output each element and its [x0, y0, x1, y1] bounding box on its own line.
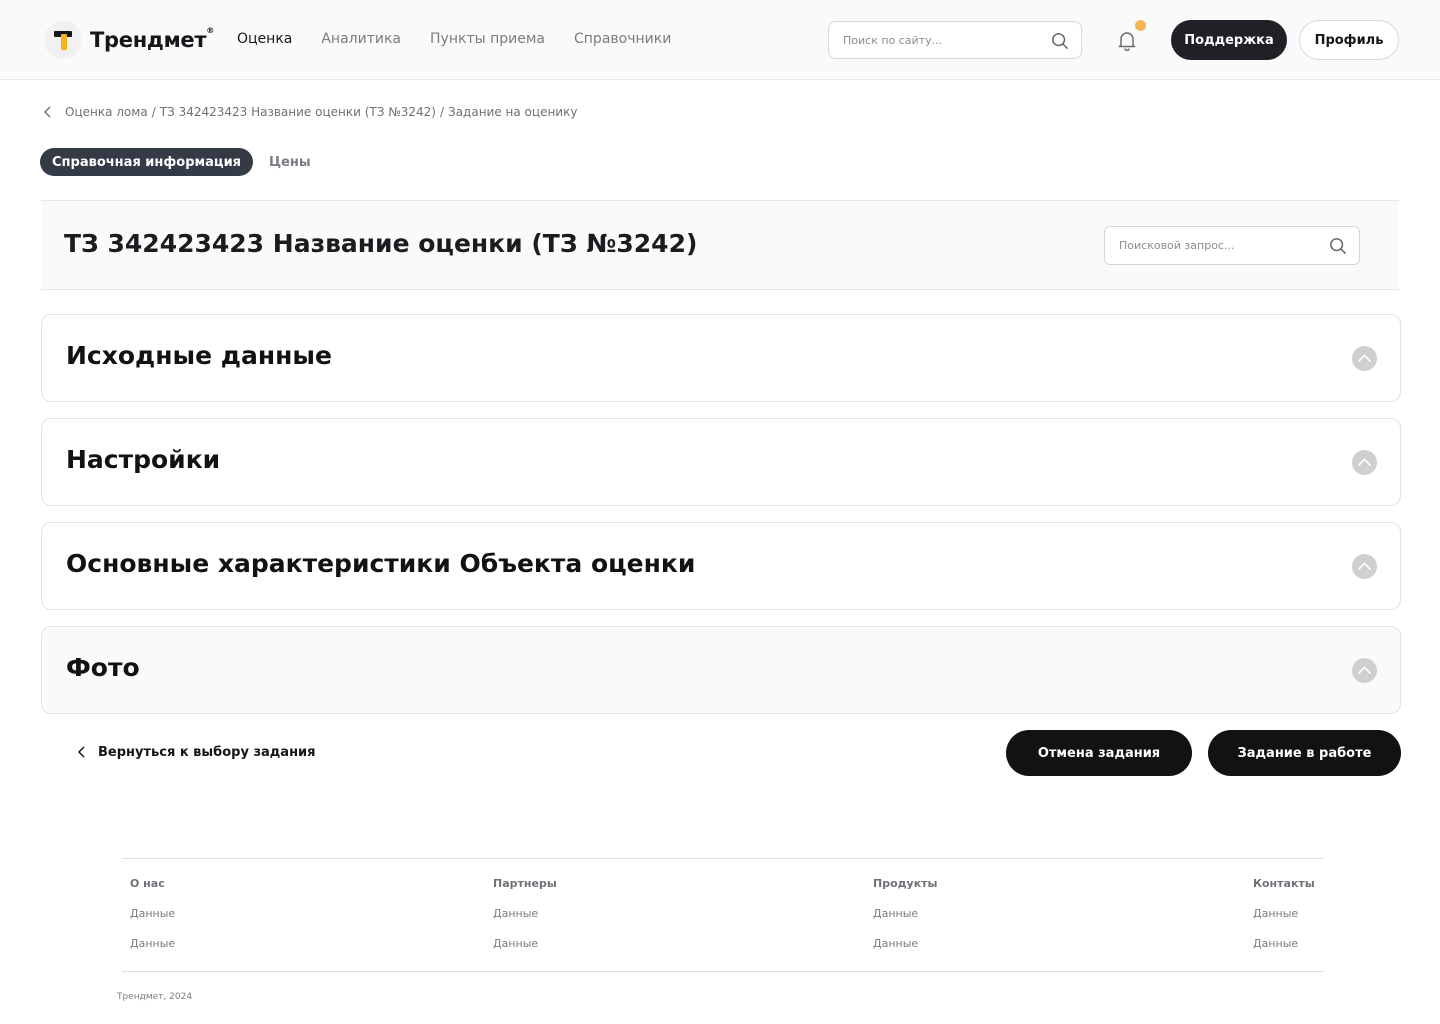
section-title: Фото [66, 653, 140, 682]
footer-link[interactable]: Данные [873, 907, 937, 937]
footer-divider [122, 858, 1323, 859]
tabs: Справочная информация Цены [40, 148, 311, 176]
profile-button[interactable]: Профиль [1299, 20, 1399, 60]
nav-item-references[interactable]: Справочники [574, 31, 671, 47]
top-header: Трендмет® Оценка Аналитика Пункты приема… [0, 0, 1440, 80]
section-title: Исходные данные [66, 341, 332, 370]
tab-reference-info[interactable]: Справочная информация [40, 148, 254, 176]
footer-link[interactable]: Данные [1253, 907, 1315, 937]
footer-link[interactable]: Данные [130, 937, 175, 967]
breadcrumb-item-task: Задание на оценику [448, 105, 578, 119]
breadcrumb-separator: / [439, 105, 444, 119]
search-icon[interactable] [1329, 237, 1347, 255]
back-to-tasks-label: Вернуться к выбору задания [98, 744, 316, 760]
footer-heading: Продукты [873, 877, 938, 890]
chevron-left-icon [77, 746, 85, 758]
chevron-up-icon[interactable] [1352, 450, 1377, 475]
content-search-input[interactable] [1119, 227, 1309, 264]
section-title: Настройки [66, 445, 221, 474]
breadcrumb-item-scrap-evaluation[interactable]: Оценка лома [65, 105, 148, 119]
logo-mark-icon [44, 21, 82, 59]
notification-dot [1135, 20, 1146, 31]
footer-column-contacts: Контакты Данные Данные [1253, 877, 1315, 967]
section-photo[interactable]: Фото [41, 626, 1401, 714]
page-title: ТЗ 342423423 Название оценки (ТЗ №3242) [64, 229, 698, 258]
main-nav: Оценка Аналитика Пункты приема Справочни… [237, 31, 700, 47]
footer-link[interactable]: Данные [130, 907, 175, 937]
section-title: Основные характеристики Объекта оценки [66, 549, 696, 578]
footer-heading: О нас [130, 877, 165, 890]
footer-column-partners: Партнеры Данные Данные [493, 877, 557, 967]
footer-divider [122, 971, 1323, 972]
site-search-input[interactable] [843, 22, 1033, 58]
footer-heading: Партнеры [493, 877, 557, 890]
bell-icon[interactable] [1116, 29, 1138, 51]
back-to-tasks-link[interactable]: Вернуться к выбору задания [75, 744, 316, 760]
footer-link[interactable]: Данные [873, 937, 937, 967]
chevron-up-icon[interactable] [1352, 658, 1377, 683]
nav-item-analytics[interactable]: Аналитика [321, 31, 401, 47]
cancel-task-button[interactable]: Отмена задания [1006, 730, 1192, 776]
breadcrumb-separator: / [151, 105, 156, 119]
copyright: Трендмет, 2024 [117, 992, 193, 1002]
content-search [1104, 226, 1360, 265]
chevron-up-icon[interactable] [1352, 346, 1377, 371]
logo[interactable]: Трендмет® [44, 21, 214, 59]
footer-column-products: Продукты Данные Данные [873, 877, 937, 967]
breadcrumb-item-evaluation[interactable]: ТЗ 342423423 Название оценки (ТЗ №3242) [160, 105, 436, 119]
search-icon[interactable] [1051, 32, 1069, 50]
footer-column-about: О нас Данные Данные [130, 877, 175, 967]
chevron-left-icon[interactable] [42, 105, 54, 119]
logo-text: Трендмет® [90, 26, 214, 52]
footer-heading: Контакты [1253, 877, 1315, 890]
footer-link[interactable]: Данные [1253, 937, 1315, 967]
site-search [828, 21, 1082, 59]
breadcrumb: Оценка лома / ТЗ 342423423 Название оцен… [42, 105, 577, 119]
tab-prices[interactable]: Цены [269, 155, 311, 170]
task-in-work-button[interactable]: Задание в работе [1208, 730, 1401, 776]
section-settings[interactable]: Настройки [41, 418, 1401, 506]
footer-link[interactable]: Данные [493, 937, 557, 967]
nav-item-evaluation[interactable]: Оценка [237, 31, 292, 47]
title-panel: ТЗ 342423423 Название оценки (ТЗ №3242) [41, 200, 1399, 290]
section-source-data[interactable]: Исходные данные [41, 314, 1401, 402]
nav-item-collection-points[interactable]: Пункты приема [430, 31, 545, 47]
section-main-characteristics[interactable]: Основные характеристики Объекта оценки [41, 522, 1401, 610]
chevron-up-icon[interactable] [1352, 554, 1377, 579]
support-button[interactable]: Поддержка [1171, 20, 1287, 60]
footer-link[interactable]: Данные [493, 907, 557, 937]
